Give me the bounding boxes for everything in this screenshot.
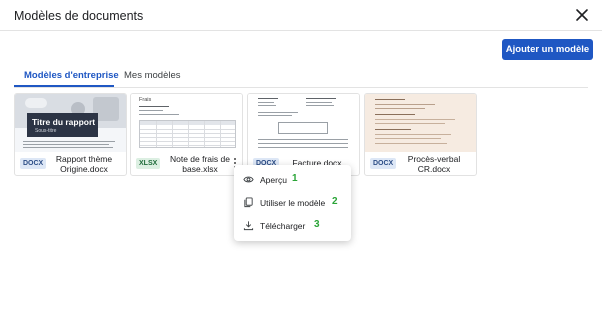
step-number: 3 — [314, 219, 320, 230]
template-card-expense[interactable]: Frais XLSX Note de frais de base.xlsx — [130, 93, 243, 176]
dialog-title: Modèles de documents — [14, 9, 144, 23]
tab-bar: Modèles d'entreprise Mes modèles — [14, 66, 588, 88]
tab-my-templates[interactable]: Mes modèles — [124, 70, 181, 81]
thumbnail-subtitle: Sous-titre — [35, 128, 57, 134]
thumbnail-title: Titre du rapport — [32, 117, 96, 127]
menu-item-use-template[interactable]: Utiliser le modèle 2 — [234, 192, 351, 214]
eye-icon — [243, 176, 254, 183]
file-type-badge: DOCX — [370, 158, 397, 169]
file-name: Rapport thème Origine.docx — [55, 154, 113, 174]
menu-item-download[interactable]: Télécharger 3 — [234, 215, 351, 237]
file-type-badge: XLSX — [136, 158, 161, 169]
context-menu: Aperçu 1 Utiliser le modèle 2 Télécharge… — [234, 165, 351, 241]
tab-company-templates[interactable]: Modèles d'entreprise — [24, 70, 119, 81]
menu-item-label: Utiliser le modèle — [260, 198, 326, 208]
file-type-badge: DOCX — [20, 158, 47, 169]
menu-item-preview[interactable]: Aperçu 1 — [234, 169, 351, 191]
file-name: Note de frais de base.xlsx — [169, 154, 230, 174]
download-icon — [243, 221, 254, 231]
thumbnail-report: Titre du rapport Sous-titre — [15, 94, 126, 152]
template-card-minutes[interactable]: DOCX Procès-verbal CR.docx — [364, 93, 477, 176]
thumbnail-invoice — [248, 94, 359, 152]
thumbnail-grid — [139, 120, 236, 148]
step-number: 1 — [292, 173, 298, 184]
thumbnail-title-block: Titre du rapport Sous-titre — [27, 113, 98, 137]
menu-item-label: Aperçu — [260, 175, 287, 185]
copy-icon — [244, 197, 253, 208]
template-card-invoice[interactable]: DOCX Facture.docx — [247, 93, 360, 176]
thumbnail-minutes — [365, 94, 476, 152]
close-icon[interactable] — [574, 7, 590, 23]
menu-item-label: Télécharger — [260, 221, 306, 231]
thumbnail-title: Frais — [139, 97, 152, 103]
dialog-header: Modèles de documents — [0, 0, 602, 31]
thumbnail-expense: Frais — [131, 94, 242, 152]
file-name: Procès-verbal CR.docx — [407, 154, 461, 174]
add-template-button[interactable]: Ajouter un modèle — [502, 39, 593, 60]
template-card-report[interactable]: Titre du rapport Sous-titre DOCX Rapport… — [14, 93, 127, 176]
active-tab-indicator — [14, 85, 114, 87]
step-number: 2 — [332, 196, 338, 207]
